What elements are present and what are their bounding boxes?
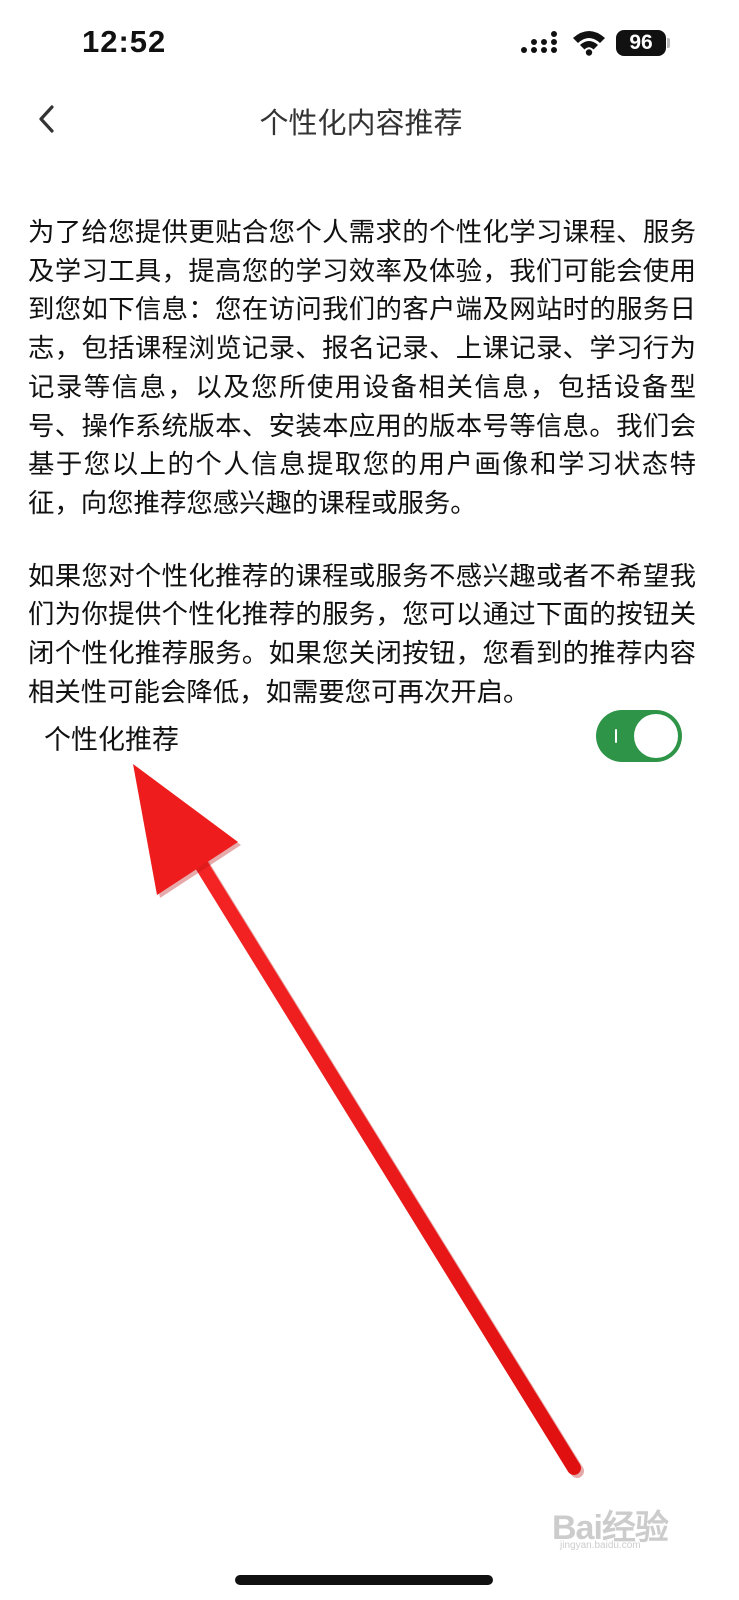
signal-icon — [521, 31, 557, 53]
description-paragraph-2: 如果您对个性化推荐的课程或服务不感兴趣或者不希望我们为你提供个性化推荐的服务，您… — [28, 560, 696, 708]
status-bar: 12:52 96 — [0, 0, 739, 90]
page-title: 个性化内容推荐 — [259, 106, 463, 140]
personalized-recommendation-row: 个性化推荐 — [0, 700, 739, 772]
nav-bar: 个性化内容推荐 — [0, 90, 739, 146]
battery-nub — [667, 38, 670, 48]
wifi-icon — [573, 31, 605, 56]
status-time: 12:52 — [82, 24, 167, 59]
description-content: 为了给您提供更贴合您个人需求的个性化学习课程、服务及学习工具，提高您的学习效率及… — [28, 214, 696, 746]
toggle-knob — [634, 714, 678, 758]
setting-label: 个性化推荐 — [44, 725, 179, 756]
description-paragraph-1: 为了给您提供更贴合您个人需求的个性化学习课程、服务及学习工具，提高您的学习效率及… — [28, 217, 696, 519]
toggle-on-mark — [615, 729, 617, 743]
home-indicator[interactable] — [235, 1575, 493, 1585]
battery-icon: 96 — [616, 30, 666, 56]
watermark-url: jingyan.baidu.com — [560, 1540, 641, 1551]
personalized-recommendation-toggle[interactable] — [596, 710, 682, 762]
watermark: Bai经验 jingyan.baidu.com — [552, 1500, 702, 1560]
